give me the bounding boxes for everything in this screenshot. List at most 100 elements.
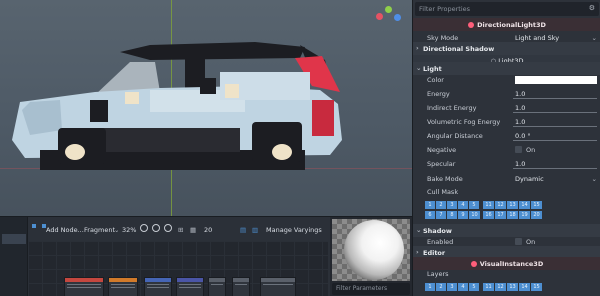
graph-node[interactable] — [208, 277, 226, 296]
specular-slider[interactable] — [513, 168, 597, 169]
cull-mask-layer-11[interactable]: 11 — [483, 201, 494, 209]
cull-mask-layer-15[interactable]: 15 — [531, 201, 542, 209]
cull-mask-layer-3[interactable]: 3 — [447, 201, 457, 209]
chevron-down-icon: ⌄ — [591, 175, 597, 183]
layers-layer-4[interactable]: 4 — [458, 283, 468, 291]
preview-sphere — [344, 220, 404, 280]
zoom-in-icon[interactable] — [164, 224, 172, 232]
cull-mask-layer-5[interactable]: 5 — [469, 201, 479, 209]
layers-layer-14[interactable]: 14 — [519, 283, 530, 291]
energy-label: Energy — [427, 90, 450, 98]
graph-node[interactable] — [260, 277, 296, 296]
cull-mask-layer-13[interactable]: 13 — [507, 201, 518, 209]
shader-graph-canvas[interactable] — [28, 241, 328, 296]
volumetric-fog-energy-label: Volumetric Fog Energy — [427, 118, 501, 126]
minimap-icon[interactable]: ▤ — [240, 226, 246, 234]
snap-value-field[interactable]: 20 — [204, 226, 212, 234]
layers-layer-3[interactable]: 3 — [447, 283, 457, 291]
cull-mask-layer-10[interactable]: 10 — [469, 211, 480, 219]
specular-row: Specular 1.0 — [413, 157, 600, 171]
zoom-out-icon[interactable] — [140, 224, 148, 232]
layers-layer-5[interactable]: 5 — [469, 283, 479, 291]
angular-distance-slider[interactable] — [513, 140, 597, 141]
specular-value[interactable]: 1.0 — [515, 160, 525, 168]
snap-grid-icon[interactable]: ⊞ — [178, 226, 183, 234]
cull-mask-layer-16[interactable]: 16 — [483, 211, 494, 219]
indirect-energy-slider[interactable] — [513, 112, 597, 113]
mode-dropdown[interactable]: Fragment — [84, 226, 115, 234]
section-title: Light — [423, 65, 442, 73]
angular-distance-value[interactable]: 0.0 ° — [515, 132, 531, 140]
zoom-reset-icon[interactable] — [152, 224, 160, 232]
selected-shader-item[interactable] — [2, 234, 26, 244]
angular-distance-row: Angular Distance 0.0 ° — [413, 129, 600, 143]
cull-mask-row: Cull Mask — [413, 185, 600, 199]
cull-mask-layer-4[interactable]: 4 — [458, 201, 468, 209]
bake-mode-dropdown[interactable]: Dynamic — [515, 175, 544, 183]
layers-layer-1[interactable]: 1 — [425, 283, 435, 291]
volumetric-fog-energy-slider[interactable] — [513, 126, 597, 127]
cull-mask-layer-18[interactable]: 18 — [507, 211, 518, 219]
cull-mask-layer-14[interactable]: 14 — [519, 201, 530, 209]
manage-varyings-button[interactable]: Manage Varyings — [266, 226, 322, 234]
indirect-energy-value[interactable]: 1.0 — [515, 104, 525, 112]
shader-list-dock[interactable] — [0, 217, 28, 296]
layers-grid: 1 2 3 4 5 11 12 13 14 15 — [425, 283, 595, 293]
z-axis-gizmo-icon[interactable] — [394, 14, 401, 21]
layers-layer-11[interactable]: 11 — [483, 283, 494, 291]
section-title: Editor — [423, 249, 446, 257]
light-icon — [468, 22, 475, 28]
section-title: Directional Shadow — [423, 45, 495, 53]
graph-node[interactable] — [176, 277, 204, 296]
color-picker[interactable] — [515, 76, 597, 84]
cull-mask-grid: 1 2 3 4 5 11 12 13 14 15 6 7 8 9 10 16 1… — [425, 201, 595, 221]
negative-checkbox[interactable] — [515, 146, 522, 153]
graph-node[interactable] — [232, 277, 250, 296]
class-title: DirectionalLight3D — [477, 21, 546, 29]
negative-state: On — [526, 146, 536, 154]
graph-node[interactable] — [64, 277, 104, 296]
cull-mask-layer-19[interactable]: 19 — [519, 211, 530, 219]
filter-options-icon[interactable]: ⚙ — [589, 4, 595, 12]
cull-mask-layer-8[interactable]: 8 — [447, 211, 457, 219]
color-row: Color — [413, 73, 600, 87]
bake-mode-row: Bake Mode Dynamic ⌄ — [413, 172, 600, 186]
sky-mode-dropdown[interactable]: Light and Sky — [515, 34, 559, 42]
layers-layer-13[interactable]: 13 — [507, 283, 518, 291]
energy-slider[interactable] — [513, 98, 597, 99]
energy-value[interactable]: 1.0 — [515, 90, 525, 98]
cull-mask-label: Cull Mask — [427, 188, 459, 196]
toggle-list-icon[interactable] — [32, 224, 36, 228]
bake-mode-label: Bake Mode — [427, 175, 463, 183]
layers-layer-2[interactable]: 2 — [436, 283, 446, 291]
filter-properties-input[interactable]: Filter Properties ⚙ — [415, 2, 599, 16]
shadow-enabled-state: On — [526, 238, 536, 246]
cull-mask-layer-17[interactable]: 17 — [495, 211, 506, 219]
graph-node[interactable] — [144, 277, 172, 296]
arrange-nodes-icon[interactable]: ▥ — [252, 226, 258, 234]
cull-mask-layer-6[interactable]: 6 — [425, 211, 435, 219]
cull-mask-layer-7[interactable]: 7 — [436, 211, 446, 219]
layers-row: Layers — [413, 267, 600, 281]
add-node-button[interactable]: Add Node... — [46, 226, 84, 234]
y-axis-gizmo-icon[interactable] — [385, 6, 392, 13]
3d-viewport[interactable] — [0, 0, 412, 216]
layers-layer-15[interactable]: 15 — [531, 283, 542, 291]
color-label: Color — [427, 76, 444, 84]
grid-icon[interactable]: ▦ — [190, 226, 196, 234]
graph-node[interactable] — [108, 277, 138, 296]
layers-layer-12[interactable]: 12 — [495, 283, 506, 291]
shadow-enabled-checkbox[interactable] — [515, 238, 522, 245]
chevron-right-icon: › — [416, 248, 419, 256]
chevron-down-icon: ⌄ — [416, 226, 422, 234]
cull-mask-layer-12[interactable]: 12 — [495, 201, 506, 209]
cull-mask-layer-20[interactable]: 20 — [531, 211, 542, 219]
cull-mask-layer-1[interactable]: 1 — [425, 201, 435, 209]
directional-shadow-section[interactable]: › Directional Shadow — [413, 42, 600, 55]
x-axis-gizmo-icon[interactable] — [376, 13, 383, 20]
volumetric-fog-energy-value[interactable]: 1.0 — [515, 118, 525, 126]
cull-mask-layer-2[interactable]: 2 — [436, 201, 446, 209]
cull-mask-layer-9[interactable]: 9 — [458, 211, 468, 219]
filter-parameters-input[interactable]: Filter Parameters — [332, 283, 410, 295]
orientation-gizmo[interactable] — [372, 6, 406, 26]
